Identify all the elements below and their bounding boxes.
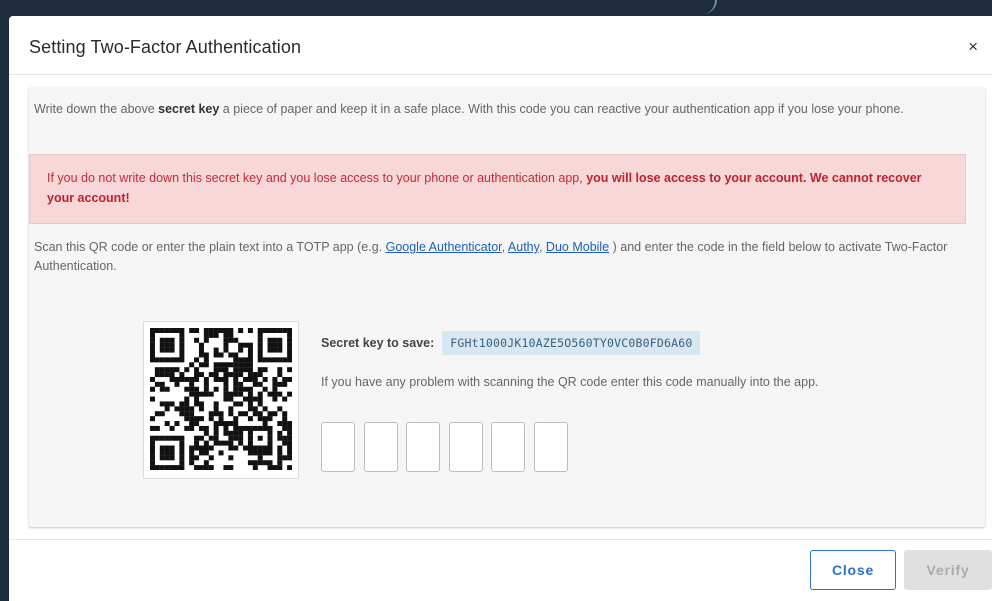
qr-code xyxy=(143,321,299,479)
intro-before: Write down the above xyxy=(34,102,159,116)
close-icon[interactable]: × xyxy=(968,37,978,57)
modal-title: Setting Two-Factor Authentication xyxy=(29,37,302,57)
secret-key-value[interactable]: FGHt1000JK10AZE5O560TY0VC0B0FD6A60 xyxy=(442,331,701,355)
code-digit-input-2[interactable] xyxy=(363,422,398,472)
warning-alert: If you do not write down this secret key… xyxy=(29,154,966,224)
secret-key-row: Secret key to save: FGHt1000JK10AZE5O560… xyxy=(321,330,701,356)
page-backdrop xyxy=(0,0,992,16)
verification-code-inputs xyxy=(321,422,576,472)
scan-instructions: Scan this QR code or enter the plain tex… xyxy=(34,238,969,276)
verify-button[interactable]: Verify xyxy=(904,550,992,590)
manual-entry-text: If you have any problem with scanning th… xyxy=(321,375,819,389)
code-digit-input-5[interactable] xyxy=(491,422,525,472)
scan-before: Scan this QR code or enter the plain tex… xyxy=(34,240,386,254)
code-digit-input-4[interactable] xyxy=(448,422,483,472)
alert-plain: If you do not write down this secret key… xyxy=(47,171,587,185)
link-duo-mobile[interactable]: Duo Mobile xyxy=(546,240,609,254)
intro-after: a piece of paper and keep it in a safe p… xyxy=(219,102,904,116)
intro-bold: secret key xyxy=(158,102,220,116)
link-google-authenticator[interactable]: Google Authenticator xyxy=(386,240,502,254)
link-authy[interactable]: Authy xyxy=(508,240,539,254)
scan-sep-2: , xyxy=(538,240,546,254)
alert-text: If you do not write down this secret key… xyxy=(47,168,942,208)
intro-text: Write down the above secret key a piece … xyxy=(34,100,969,119)
close-button[interactable]: Close xyxy=(810,550,896,590)
code-digit-input-1[interactable] xyxy=(321,422,355,472)
secret-key-label: Secret key to save: xyxy=(321,336,435,350)
instructions-panel: Write down the above secret key a piece … xyxy=(29,87,985,527)
footer-divider xyxy=(9,539,992,540)
modal-header: Setting Two-Factor Authentication × xyxy=(9,16,992,75)
code-digit-input-6[interactable] xyxy=(533,422,568,472)
code-digit-input-3[interactable] xyxy=(406,422,440,472)
qr-code-image xyxy=(150,328,292,470)
two-factor-modal: Setting Two-Factor Authentication × Writ… xyxy=(9,16,992,601)
